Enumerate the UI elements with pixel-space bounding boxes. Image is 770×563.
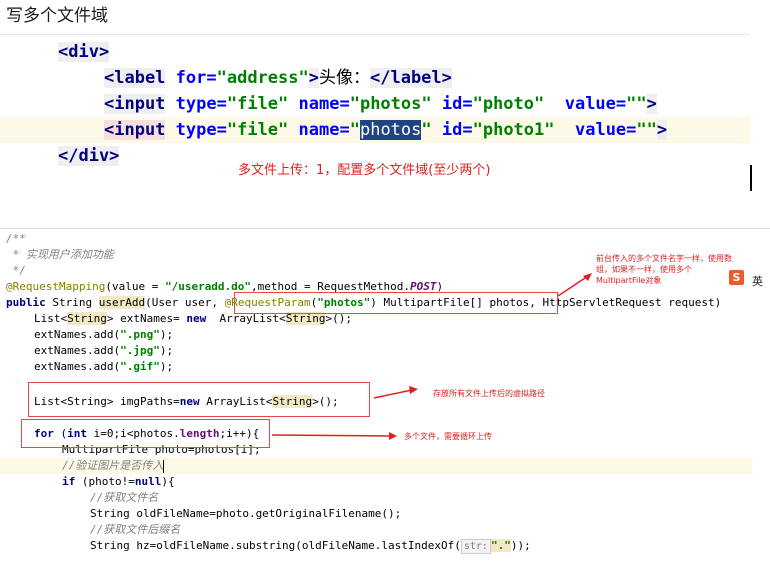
code-line-div-open: <div>	[58, 42, 110, 62]
annotation-loop-note: 多个文件，需要循环上传	[404, 432, 492, 441]
comment-line: //验证图片是否传入	[62, 459, 165, 473]
highlight-box-for-loop	[21, 419, 270, 448]
page-heading: 写多个文件域	[6, 6, 108, 26]
text-caret	[750, 165, 752, 191]
highlight-box-requestparam	[234, 292, 558, 314]
annotation-array-note: 前台传入的多个文件名字一样，使用数 组，如果不一样，使用多个 Multipart…	[596, 254, 732, 285]
comment-line: //获取文件后缀名	[90, 523, 181, 536]
code-line: extNames.add(".png");	[34, 328, 174, 341]
ime-mode-text[interactable]: 英	[752, 273, 763, 289]
code-line: extNames.add(".gif");	[34, 360, 174, 373]
code-line-input-photo: <input type="file" name="photos" id="pho…	[104, 94, 657, 114]
code-line: String oldFileName=photo.getOriginalFile…	[90, 507, 402, 520]
highlight-box-imgpaths	[28, 382, 370, 417]
selected-text: photos	[359, 120, 422, 140]
annotation-imgpaths-note: 存放所有文件上传后的虚拟路径	[433, 389, 545, 398]
code-line: String hz=oldFileName.substring(oldFileN…	[90, 539, 531, 554]
code-line-label: <label for="address">头像：</label>	[104, 68, 452, 88]
ime-sogou-icon[interactable]: S	[729, 270, 744, 285]
comment-line: //获取文件名	[90, 491, 159, 504]
comment-line: /**	[6, 232, 26, 245]
code-line: if (photo!=null){	[62, 475, 175, 488]
code-line: extNames.add(".jpg");	[34, 344, 174, 357]
parameter-hint: str:	[460, 539, 491, 554]
arrow-icon	[557, 273, 592, 297]
arrow-icon	[271, 432, 397, 440]
comment-line: * 实现用户添加功能	[6, 248, 114, 261]
note-multi-upload: 多文件上传：1，配置多个文件域(至少两个)	[238, 163, 491, 178]
code-line-input-photo1: <input type="file" name="photos" id="pho…	[0, 117, 750, 143]
comment-line: */	[6, 264, 26, 277]
arrow-icon	[373, 386, 418, 399]
